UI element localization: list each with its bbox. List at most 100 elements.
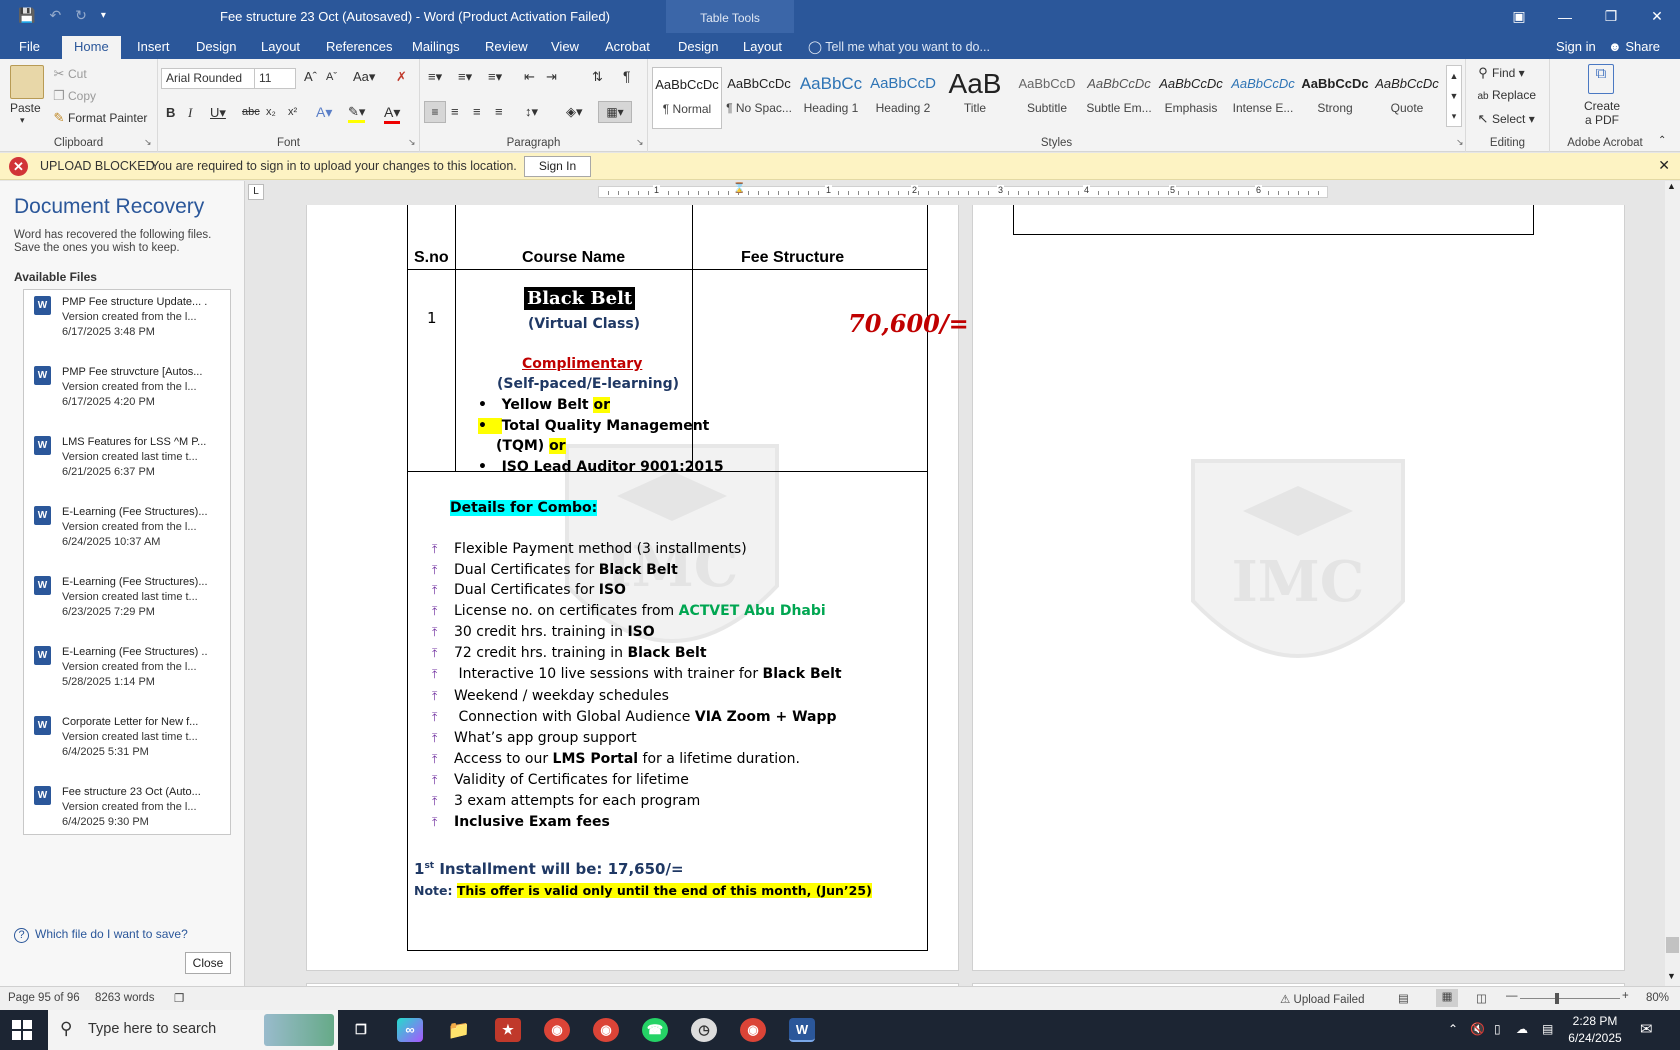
find-button[interactable]: ⚲ Find ▾ [1474, 65, 1524, 81]
styles-scroll-icon[interactable]: ▲ ▼ ▾ [1446, 65, 1462, 127]
upload-status[interactable]: ⚠ Upload Failed [1280, 992, 1364, 1006]
bullets-icon[interactable]: ≡▾ [428, 69, 442, 85]
page-count[interactable]: Page 95 of 96 [8, 992, 80, 1004]
strikethrough-icon[interactable]: abc [242, 106, 260, 118]
chrome-alt-icon[interactable]: ◉ [740, 1018, 766, 1042]
clock-app-icon[interactable]: ◷ [691, 1018, 717, 1042]
recovery-close-button[interactable]: Close [185, 952, 231, 974]
horizontal-ruler[interactable]: 1 1 2 3 4 5 6 ⌛ [598, 183, 1328, 198]
zoom-slider[interactable] [1520, 998, 1620, 999]
paragraph-launcher-icon[interactable]: ↘ [636, 137, 644, 148]
list-item[interactable]: W E-Learning (Fee Structures) .. Version c… [32, 644, 228, 706]
chrome-icon[interactable]: ◉ [544, 1018, 570, 1042]
restore-icon[interactable]: ❐ [1588, 0, 1634, 33]
device-icon[interactable]: ▯ [1494, 1022, 1501, 1036]
underline-icon[interactable]: U▾ [210, 105, 226, 121]
shrink-font-icon[interactable]: Aˇ [326, 71, 337, 83]
zoom-slider-thumb[interactable] [1555, 993, 1559, 1004]
italic-icon[interactable]: I [188, 105, 192, 121]
tab-layout[interactable]: Layout [261, 39, 300, 54]
web-layout-icon[interactable]: ◫ [1476, 991, 1487, 1005]
copilot-icon[interactable]: ∞ [397, 1018, 423, 1042]
pdf-icon[interactable]: ⧉ [1588, 64, 1614, 94]
show-marks-icon[interactable]: ¶ [623, 68, 631, 84]
list-item[interactable]: W PMP Fee struvcture [Autos... Version cre… [32, 364, 228, 426]
word-taskbar-icon[interactable]: W [789, 1018, 815, 1042]
style-normal[interactable]: AaBbCcDc ¶ Normal [652, 67, 722, 129]
sign-in-link[interactable]: Sign in [1556, 39, 1596, 54]
list-item[interactable]: W LMS Features for LSS ^M P... Version cre… [32, 434, 228, 496]
scroll-down-icon[interactable]: ▼ [1667, 971, 1676, 981]
read-mode-icon[interactable]: ▤ [1398, 991, 1409, 1005]
minimize-icon[interactable]: — [1542, 0, 1588, 33]
borders-icon[interactable]: ▦▾ [598, 101, 632, 123]
style-subtle-emphasis[interactable]: AaBbCcDc Subtle Em... [1084, 67, 1154, 129]
align-left-icon[interactable]: ≡ [424, 101, 446, 123]
list-item[interactable]: W E-Learning (Fee Structures)... Version c… [32, 574, 228, 636]
network-icon[interactable]: ▤ [1542, 1022, 1553, 1036]
proofing-icon[interactable]: ❐ [174, 991, 184, 1005]
sort-icon[interactable]: ⇅ [592, 69, 603, 85]
format-painter-button[interactable]: ✎ Format Painter [50, 110, 148, 126]
list-item[interactable]: W E-Learning (Fee Structures)... Version c… [32, 504, 228, 566]
font-launcher-icon[interactable]: ↘ [408, 137, 416, 148]
list-item[interactable]: W PMP Fee structure Update... . Version cr… [32, 294, 228, 356]
close-message-icon[interactable]: ✕ [1658, 157, 1670, 174]
increase-indent-icon[interactable]: ⇥ [546, 69, 557, 85]
line-spacing-icon[interactable]: ↕▾ [525, 104, 538, 120]
whatsapp-icon[interactable]: ☎ [642, 1018, 668, 1042]
tab-selector-icon[interactable]: L [248, 184, 264, 200]
style-heading-1[interactable]: AaBbCc Heading 1 [796, 67, 866, 129]
bold-icon[interactable]: B [166, 105, 175, 120]
file-explorer-icon[interactable]: 📁 [446, 1018, 472, 1042]
zoom-in-icon[interactable]: + [1622, 990, 1629, 1002]
windows-start-icon[interactable] [12, 1020, 32, 1040]
select-button[interactable]: ↖ Select ▾ [1474, 111, 1535, 127]
tray-overflow-icon[interactable]: ⌃ [1448, 1022, 1458, 1036]
redo-icon[interactable]: ↻ [75, 7, 87, 24]
text-effects-icon[interactable]: A▾ [316, 104, 332, 121]
font-color-icon[interactable]: A▾ [384, 104, 401, 124]
ribbon-display-icon[interactable]: ▣ [1496, 0, 1542, 33]
undo-icon[interactable]: ↶ [49, 7, 61, 24]
highlight-icon[interactable]: ✎▾ [348, 104, 366, 123]
chrome-profile-icon[interactable]: ◉ [593, 1018, 619, 1042]
numbering-icon[interactable]: ≡▾ [458, 69, 472, 85]
font-size-select[interactable]: 11 [254, 68, 296, 89]
taskbar-search[interactable]: ⚲ Type here to search [48, 1010, 338, 1050]
tab-review[interactable]: Review [485, 39, 528, 54]
style-strong[interactable]: AaBbCcDc Strong [1300, 67, 1370, 129]
scroll-up-icon[interactable]: ▲ [1667, 181, 1676, 191]
replace-button[interactable]: ab Replace [1474, 88, 1536, 102]
subscript-icon[interactable]: x₂ [266, 106, 276, 118]
tab-view[interactable]: View [551, 39, 579, 54]
styles-launcher-icon[interactable]: ↘ [1456, 137, 1464, 148]
change-case-icon[interactable]: Aa▾ [353, 69, 375, 85]
clock-date[interactable]: 6/24/2025 [1562, 1031, 1628, 1045]
zoom-level[interactable]: 80% [1646, 992, 1669, 1004]
justify-icon[interactable]: ≡ [495, 104, 503, 119]
tab-references[interactable]: References [326, 39, 392, 54]
decrease-indent-icon[interactable]: ⇤ [524, 69, 535, 85]
scroll-thumb[interactable] [1666, 937, 1679, 953]
tab-mailings[interactable]: Mailings [412, 39, 460, 54]
style-heading-2[interactable]: AaBbCcD Heading 2 [868, 67, 938, 129]
share-button[interactable]: ☻ Share [1608, 39, 1660, 54]
tab-design[interactable]: Design [196, 39, 236, 54]
align-right-icon[interactable]: ≡ [473, 104, 481, 119]
vertical-scrollbar[interactable]: ▲ ▼ [1665, 181, 1680, 986]
copy-button[interactable]: ❐ Copy [50, 88, 96, 104]
tab-file[interactable]: File [19, 39, 40, 54]
paste-icon[interactable] [10, 65, 44, 99]
multilevel-list-icon[interactable]: ≡▾ [488, 69, 502, 85]
grow-font-icon[interactable]: Aˆ [304, 69, 317, 84]
style-no-spacing[interactable]: AaBbCcDc ¶ No Spac... [724, 67, 794, 129]
paste-button[interactable]: Paste [10, 101, 41, 115]
indent-marker-icon[interactable]: ⌛ [733, 183, 745, 194]
clipboard-launcher-icon[interactable]: ↘ [144, 137, 152, 148]
superscript-icon[interactable]: x² [288, 106, 297, 118]
paste-dropdown-icon[interactable]: ▾ [20, 115, 25, 126]
collapse-ribbon-icon[interactable]: ⌃ [1658, 135, 1666, 146]
align-center-icon[interactable]: ≡ [451, 104, 459, 119]
app-icon[interactable]: ★ [495, 1018, 521, 1042]
